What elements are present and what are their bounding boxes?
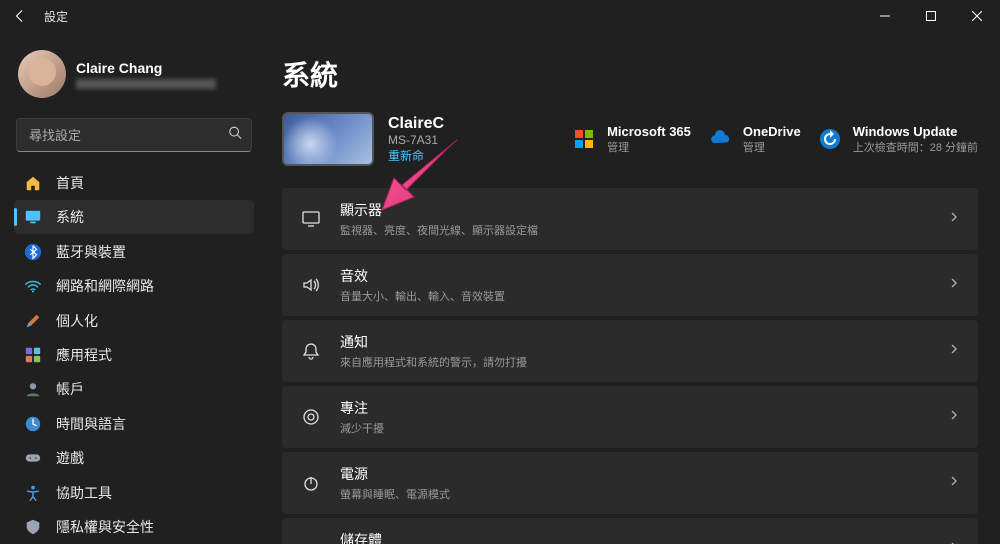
onedrive-sub: 管理 bbox=[743, 139, 801, 155]
sidebar-item-personalization[interactable]: 個人化 bbox=[14, 304, 254, 337]
user-name: Claire Chang bbox=[76, 60, 216, 76]
windows-update-link[interactable]: Windows Update 上次檢查時間：28 分鐘前 bbox=[817, 124, 978, 155]
chevron-right-icon bbox=[948, 276, 960, 294]
sidebar-item-accessibility[interactable]: 協助工具 bbox=[14, 476, 254, 509]
device-thumbnail bbox=[282, 112, 374, 166]
setting-display[interactable]: 顯示器 監視器、亮度、夜間光線、顯示器設定檔 bbox=[282, 188, 978, 250]
sidebar-item-time-language[interactable]: 時間與語言 bbox=[14, 407, 254, 440]
sidebar-item-accounts[interactable]: 帳戶 bbox=[14, 373, 254, 406]
device-name: ClaireC bbox=[388, 115, 444, 133]
power-icon bbox=[300, 472, 322, 494]
sidebar-item-label: 應用程式 bbox=[56, 345, 112, 365]
search-input[interactable] bbox=[16, 118, 252, 152]
setting-desc: 監視器、亮度、夜間光線、顯示器設定檔 bbox=[340, 222, 930, 238]
brush-icon bbox=[24, 312, 42, 330]
main-content: 系統 ClaireC MS-7A31 重新命 Microsoft 365 管理 bbox=[260, 32, 1000, 544]
clock-globe-icon bbox=[24, 415, 42, 433]
sound-icon bbox=[300, 274, 322, 296]
maximize-button[interactable] bbox=[908, 0, 954, 32]
microsoft-365-link[interactable]: Microsoft 365 管理 bbox=[571, 124, 691, 155]
setting-title: 音效 bbox=[340, 266, 930, 286]
avatar bbox=[18, 50, 66, 98]
settings-list: 顯示器 監視器、亮度、夜間光線、顯示器設定檔 音效 音量大小、輸出、輸入、音效裝… bbox=[282, 188, 978, 544]
chevron-right-icon bbox=[948, 342, 960, 360]
setting-desc: 音量大小、輸出、輸入、音效裝置 bbox=[340, 288, 930, 304]
search-icon bbox=[228, 126, 242, 145]
bell-icon bbox=[300, 340, 322, 362]
setting-title: 專注 bbox=[340, 398, 930, 418]
sidebar-item-label: 遊戲 bbox=[56, 448, 84, 468]
onedrive-link[interactable]: OneDrive 管理 bbox=[707, 124, 801, 155]
sidebar-item-label: 網路和網際網路 bbox=[56, 276, 154, 296]
minimize-button[interactable] bbox=[862, 0, 908, 32]
setting-focus[interactable]: 專注 減少干擾 bbox=[282, 386, 978, 448]
chevron-right-icon bbox=[948, 210, 960, 228]
chevron-right-icon bbox=[948, 540, 960, 544]
setting-storage[interactable]: 儲存體 儲存空間、磁碟機、設定規則 bbox=[282, 518, 978, 544]
setting-title: 電源 bbox=[340, 464, 930, 484]
m365-title: Microsoft 365 bbox=[607, 124, 691, 139]
setting-desc: 減少干擾 bbox=[340, 420, 930, 436]
sidebar-item-label: 藍牙與裝置 bbox=[56, 242, 126, 262]
sidebar-item-label: 協助工具 bbox=[56, 483, 112, 503]
sidebar-item-label: 時間與語言 bbox=[56, 414, 126, 434]
wifi-icon bbox=[24, 277, 42, 295]
sidebar-item-bluetooth[interactable]: 藍牙與裝置 bbox=[14, 235, 254, 268]
user-email-blurred bbox=[76, 79, 216, 89]
sidebar-item-label: 帳戶 bbox=[56, 379, 84, 399]
gamepad-icon bbox=[24, 449, 42, 467]
sidebar-item-label: 系統 bbox=[56, 207, 84, 227]
setting-sound[interactable]: 音效 音量大小、輸出、輸入、音效裝置 bbox=[282, 254, 978, 316]
sidebar-item-label: 隱私權與安全性 bbox=[56, 517, 154, 537]
system-icon bbox=[24, 208, 42, 226]
shield-icon bbox=[24, 518, 42, 536]
user-profile[interactable]: Claire Chang bbox=[14, 40, 254, 112]
chevron-right-icon bbox=[948, 408, 960, 426]
titlebar: 設定 bbox=[0, 0, 1000, 32]
sidebar-item-label: 個人化 bbox=[56, 311, 98, 331]
sidebar-item-apps[interactable]: 應用程式 bbox=[14, 338, 254, 371]
sidebar-item-gaming[interactable]: 遊戲 bbox=[14, 442, 254, 475]
chevron-right-icon bbox=[948, 474, 960, 492]
setting-power[interactable]: 電源 螢幕與睡眠、電源模式 bbox=[282, 452, 978, 514]
setting-title: 通知 bbox=[340, 332, 930, 352]
m365-icon bbox=[571, 126, 597, 152]
person-icon bbox=[24, 380, 42, 398]
device-rename-link[interactable]: 重新命 bbox=[388, 147, 444, 164]
windows-update-sub: 上次檢查時間：28 分鐘前 bbox=[853, 139, 978, 155]
accessibility-icon bbox=[24, 484, 42, 502]
setting-title: 儲存體 bbox=[340, 530, 930, 544]
setting-desc: 來自應用程式和系統的警示，請勿打擾 bbox=[340, 354, 930, 370]
sidebar-item-system[interactable]: 系統 bbox=[14, 200, 254, 233]
bluetooth-icon bbox=[24, 243, 42, 261]
focus-icon bbox=[300, 406, 322, 428]
storage-icon bbox=[300, 538, 322, 544]
display-icon bbox=[300, 208, 322, 230]
home-icon bbox=[24, 174, 42, 192]
setting-title: 顯示器 bbox=[340, 200, 930, 220]
setting-desc: 螢幕與睡眠、電源模式 bbox=[340, 486, 930, 502]
device-card[interactable]: ClaireC MS-7A31 重新命 bbox=[282, 112, 444, 166]
device-info-row: ClaireC MS-7A31 重新命 Microsoft 365 管理 One… bbox=[282, 112, 978, 166]
page-title: 系統 bbox=[282, 54, 978, 94]
apps-icon bbox=[24, 346, 42, 364]
update-icon bbox=[817, 126, 843, 152]
nav-list: 首頁 系統 藍牙與裝置 網路和網際網路 個人化 應用程式 bbox=[14, 166, 254, 544]
close-button[interactable] bbox=[954, 0, 1000, 32]
windows-update-title: Windows Update bbox=[853, 124, 978, 139]
back-button[interactable] bbox=[12, 8, 28, 24]
m365-sub: 管理 bbox=[607, 139, 691, 155]
window-title: 設定 bbox=[44, 8, 68, 25]
sidebar-item-privacy[interactable]: 隱私權與安全性 bbox=[14, 511, 254, 544]
onedrive-title: OneDrive bbox=[743, 124, 801, 139]
onedrive-icon bbox=[707, 126, 733, 152]
sidebar: Claire Chang 首頁 系統 藍牙與裝置 bbox=[0, 32, 260, 544]
sidebar-item-label: 首頁 bbox=[56, 173, 84, 193]
setting-notifications[interactable]: 通知 來自應用程式和系統的警示，請勿打擾 bbox=[282, 320, 978, 382]
sidebar-item-home[interactable]: 首頁 bbox=[14, 166, 254, 199]
sidebar-item-network[interactable]: 網路和網際網路 bbox=[14, 269, 254, 302]
device-model: MS-7A31 bbox=[388, 133, 444, 147]
